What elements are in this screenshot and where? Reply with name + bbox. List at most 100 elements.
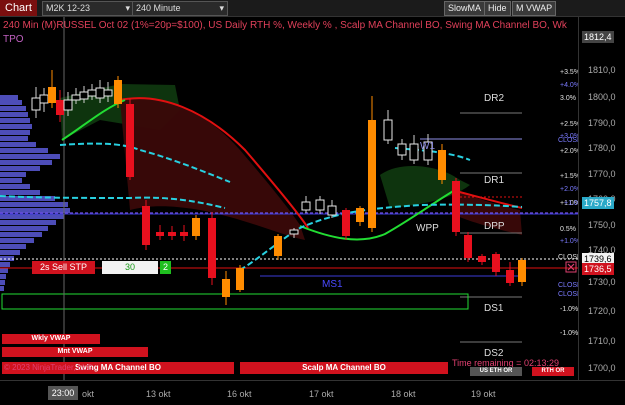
price-tick-label: 1750,0 — [588, 220, 616, 230]
ms1-label: MS1 — [322, 279, 343, 290]
candle-body — [63, 99, 73, 111]
candle-body — [31, 97, 41, 111]
candle-body — [168, 232, 176, 236]
candle-body — [301, 201, 311, 211]
tpo-label: TPO — [3, 34, 24, 45]
time-tick-label: 16 okt — [227, 389, 252, 399]
profile-bar — [0, 268, 8, 273]
mvwap-button[interactable]: M VWAP — [512, 1, 557, 16]
price-tick-label: 1700,0 — [588, 363, 616, 373]
candle-body — [342, 210, 350, 236]
interval-selector[interactable]: 240 Minute ▾ — [132, 1, 228, 16]
profile-bar — [0, 160, 52, 165]
profile-bar — [0, 214, 64, 219]
close-icon — [567, 263, 575, 271]
chart-title: 240 Min (M)RUSSEL Oct 02 (1%=20p=$100), … — [3, 20, 567, 31]
candle-body — [327, 205, 337, 216]
candle-body — [438, 150, 446, 180]
candle-body — [222, 279, 230, 297]
percent-label: 3.0% — [560, 95, 576, 102]
profile-bar — [0, 142, 36, 147]
profile-bar — [0, 202, 68, 207]
profile-bar — [0, 106, 26, 111]
candle-body — [506, 270, 514, 283]
candle-body — [142, 206, 150, 245]
percent-label: 0.5% — [560, 226, 576, 233]
rth-or-button[interactable]: RTH OR — [532, 367, 574, 376]
profile-bar — [0, 166, 40, 171]
candle-body — [289, 229, 299, 235]
price-tick-label: 1790,0 — [588, 118, 616, 128]
profile-bar — [0, 118, 30, 123]
candle-body — [492, 254, 500, 272]
price-tick-label: 1800,0 — [588, 92, 616, 102]
profile-bar — [0, 208, 70, 213]
candle-body — [56, 100, 64, 115]
price-tick-label: 1770,0 — [588, 169, 616, 179]
price-chart[interactable] — [0, 17, 578, 380]
profile-bar — [0, 190, 40, 195]
profile-bar — [0, 238, 34, 243]
candle-body — [39, 94, 49, 104]
ds1-label: DS1 — [484, 303, 504, 314]
price-tick-label: 1710,0 — [588, 336, 616, 346]
profile-bar — [0, 256, 14, 261]
candle-body — [368, 120, 376, 228]
profile-bar — [0, 220, 56, 225]
candle-body — [103, 89, 113, 97]
price-tick-label: 1810,0 — [588, 65, 616, 75]
profile-bar — [0, 184, 30, 189]
profile-bar — [0, 250, 20, 255]
range-box — [1, 293, 469, 310]
profile-bar — [0, 286, 4, 291]
candle-body — [452, 181, 460, 232]
copyright-text: © 2023 NinjaTrader, LLC — [4, 363, 93, 372]
candle-body — [409, 143, 419, 161]
profile-bar — [0, 280, 5, 285]
profile-bar — [0, 154, 60, 159]
candle-body — [464, 235, 472, 258]
dr2-label: DR2 — [484, 93, 505, 104]
scalp-ma-button[interactable]: Scalp MA Channel BO — [240, 362, 448, 374]
dpp-label: DPP — [484, 221, 505, 232]
time-tick-label: 17 okt — [309, 389, 334, 399]
instrument-selector[interactable]: M2K 12-23 ▾ — [42, 1, 134, 16]
profile-bar — [0, 124, 32, 129]
w1-label: W1 — [420, 141, 435, 152]
chart-toolbar: Chart M2K 12-23 ▾ 240 Minute ▾ SlowMA Hi… — [0, 0, 625, 17]
wpp-label: WPP — [416, 223, 439, 234]
candle-body — [518, 260, 526, 282]
profile-bar — [0, 226, 48, 231]
blue-price-box: 1757,8 — [582, 197, 614, 209]
mnt-vwap-button[interactable]: Mnt VWAP — [2, 347, 148, 357]
profile-bar — [0, 95, 18, 100]
stop-price-box: 1736,5 — [582, 263, 614, 275]
profile-bar — [0, 112, 28, 117]
percent-label: -1.0% — [560, 330, 579, 337]
profile-bar — [0, 136, 28, 141]
time-tick-label: 18 okt — [391, 389, 416, 399]
profile-bar — [0, 274, 6, 279]
price-tick-label: 1730,0 — [588, 277, 616, 287]
wkly-vwap-button[interactable]: Wkly VWAP — [2, 334, 100, 344]
order-count[interactable]: 2 — [160, 261, 171, 274]
profile-bar — [0, 148, 48, 153]
chart-menu-button[interactable]: Chart — [0, 0, 37, 16]
candle-body — [356, 208, 364, 222]
profile-bar — [0, 172, 26, 177]
price-tick-label: 1720,0 — [588, 306, 616, 316]
interval-label: 240 Minute — [136, 3, 181, 13]
cursor-time-box: 23:00 — [48, 386, 78, 400]
time-tick-label: okt — [82, 389, 95, 399]
sell-stop-order-label[interactable]: 2s Sell STP — [32, 261, 95, 274]
candle-body — [478, 256, 486, 262]
us-eth-or-button[interactable]: US ETH OR — [470, 367, 522, 376]
candle-body — [156, 232, 164, 236]
slowma-button[interactable]: SlowMA — [444, 1, 486, 16]
price-tick-label: 1780,0 — [588, 143, 616, 153]
chevron-down-icon: ▾ — [219, 3, 224, 13]
order-quantity[interactable]: 30 — [102, 261, 158, 274]
candle-body — [114, 80, 122, 104]
hide-button[interactable]: Hide — [484, 1, 511, 16]
candle-body — [192, 218, 200, 236]
